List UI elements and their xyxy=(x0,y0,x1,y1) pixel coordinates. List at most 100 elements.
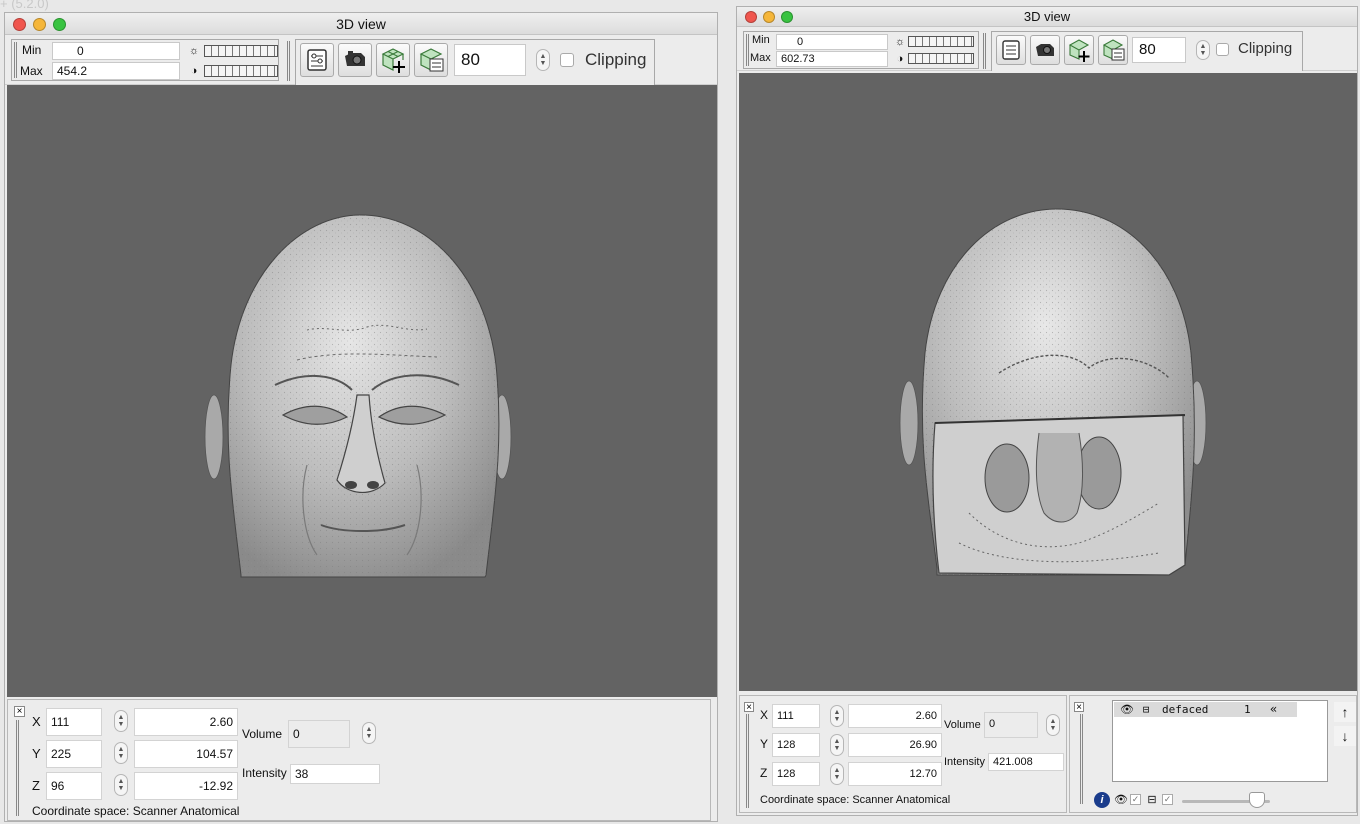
close-panel-icon[interactable]: × xyxy=(744,702,754,713)
volume-stepper[interactable]: ▲ ▼ xyxy=(1046,714,1060,736)
y-world-field[interactable]: 104.57 xyxy=(134,740,238,768)
settings-panel-icon xyxy=(307,49,327,71)
add-mesh-button[interactable] xyxy=(1064,35,1094,65)
z-world-field[interactable]: -12.92 xyxy=(134,772,238,800)
z-voxel-field[interactable]: 96 xyxy=(46,772,102,800)
y-stepper[interactable]: ▲ ▼ xyxy=(830,734,844,756)
snapshot-button[interactable] xyxy=(338,43,372,77)
x-voxel-field[interactable]: 111 xyxy=(46,708,102,736)
coordinate-space-label: Coordinate space: Scanner Anatomical xyxy=(32,804,240,818)
threshold-field[interactable]: 80 xyxy=(454,44,526,76)
z-stepper[interactable]: ▲ ▼ xyxy=(114,774,128,796)
x-label: X xyxy=(760,708,769,722)
x-world-field[interactable]: 2.60 xyxy=(848,704,942,728)
x-stepper[interactable]: ▲ ▼ xyxy=(830,705,844,727)
panel-drag-handle[interactable] xyxy=(746,714,749,808)
close-panel-icon[interactable]: × xyxy=(14,706,25,717)
layer-name: defaced xyxy=(1162,703,1209,716)
volume-field[interactable]: 0 xyxy=(984,712,1038,738)
max-field[interactable]: 602.73 xyxy=(776,51,888,67)
settings-panel-button[interactable] xyxy=(300,43,334,77)
intensity-label: Intensity xyxy=(944,756,985,768)
y-stepper[interactable]: ▲ ▼ xyxy=(114,742,128,764)
drag-handle[interactable] xyxy=(746,34,749,66)
title-bar[interactable]: 3D view xyxy=(737,7,1357,27)
render-viewport[interactable] xyxy=(7,85,717,697)
clipping-checkbox[interactable] xyxy=(1216,43,1229,56)
coordinates-area: × X 111 ▲ ▼ 2.60 Y 225 ▲ ▼ 104.57 Z 96 ▲ ▼ … xyxy=(5,697,717,821)
camera-icon xyxy=(345,51,365,66)
layer-row[interactable]: 👁 ⊟ defaced 1 « xyxy=(1114,702,1297,717)
head-surface-render xyxy=(204,214,512,578)
threshold-stepper[interactable]: ▲ ▼ xyxy=(1196,40,1210,60)
max-label: Max xyxy=(20,64,43,78)
z-voxel-field[interactable]: 128 xyxy=(772,762,820,786)
y-world-field[interactable]: 26.90 xyxy=(848,733,942,757)
y-voxel-field[interactable]: 128 xyxy=(772,733,820,757)
render-viewport[interactable] xyxy=(739,73,1357,691)
min-field[interactable]: 0 xyxy=(776,34,888,50)
x-voxel-field[interactable]: 111 xyxy=(772,704,820,728)
intensity-field: 421.008 xyxy=(988,753,1064,771)
camera-icon xyxy=(1036,44,1054,56)
y-label: Y xyxy=(760,737,769,751)
lock-icon[interactable]: ⊟ xyxy=(1146,794,1158,806)
z-world-field[interactable]: 12.70 xyxy=(848,762,942,786)
mesh-options-button[interactable] xyxy=(414,43,448,77)
min-field[interactable]: 0 xyxy=(52,42,180,60)
layers-panel: × 👁 ⊟ defaced 1 « ↑ ↓ i 👁 ✓ ⊟ ✓ xyxy=(1069,695,1357,813)
coordinate-space-label: Coordinate space: Scanner Anatomical xyxy=(760,794,951,806)
close-layers-icon[interactable]: × xyxy=(1074,702,1084,713)
visibility-checkbox[interactable]: ✓ xyxy=(1130,794,1141,805)
mesh-options-icon xyxy=(419,48,444,72)
settings-panel-button[interactable] xyxy=(996,35,1026,65)
opacity-slider-knob[interactable] xyxy=(1248,792,1265,808)
brightness-slider[interactable] xyxy=(908,36,974,47)
window-title: 3D view xyxy=(336,16,386,32)
z-label: Z xyxy=(760,766,768,780)
up-arrow-icon[interactable]: ↑ xyxy=(1334,702,1356,722)
max-field[interactable]: 454.2 xyxy=(52,62,180,80)
down-arrow-icon[interactable]: ↓ xyxy=(1334,726,1356,746)
snapshot-button[interactable] xyxy=(1030,35,1060,65)
add-mesh-button[interactable] xyxy=(376,43,410,77)
threshold-field[interactable]: 80 xyxy=(1132,37,1186,63)
drag-handle[interactable] xyxy=(14,42,17,78)
display-range-group: Min 0 Max 454.2 ☼ ◑ xyxy=(11,39,279,81)
collapse-icon[interactable]: « xyxy=(1270,702,1277,717)
toolbar-separator xyxy=(287,41,290,81)
volume-stepper[interactable]: ▲ ▼ xyxy=(362,722,376,744)
y-voxel-field[interactable]: 225 xyxy=(46,740,102,768)
min-label: Min xyxy=(752,34,770,46)
threshold-stepper[interactable]: ▲ ▼ xyxy=(536,49,550,71)
contrast-slider[interactable] xyxy=(204,65,278,77)
contrast-icon: ◑ xyxy=(190,65,198,77)
contrast-slider[interactable] xyxy=(908,53,974,64)
toolbar: Min 0 Max 454.2 ☼ ◑ 80 ▲ ▼ Clipping xyxy=(5,35,717,85)
x-label: X xyxy=(32,714,41,729)
toolbar: Min 0 Max 602.73 ☼ ◑ 80 ▲ ▼ Clipping xyxy=(737,27,1357,71)
lock-checkbox[interactable]: ✓ xyxy=(1162,794,1173,805)
clipping-checkbox[interactable] xyxy=(560,53,574,67)
title-bar[interactable]: 3D view xyxy=(5,13,717,35)
coordinates-panel: × X 111 ▲ ▼ 2.60 Y 225 ▲ ▼ 104.57 Z 96 ▲ ▼ … xyxy=(7,699,711,821)
toolbar-separator xyxy=(983,33,986,69)
z-label: Z xyxy=(32,778,40,793)
contrast-icon: ◑ xyxy=(896,53,904,65)
volume-label: Volume xyxy=(242,727,283,741)
eye-icon[interactable]: 👁 xyxy=(1120,704,1134,716)
info-icon[interactable]: i xyxy=(1094,792,1110,808)
eye-icon[interactable]: 👁 xyxy=(1114,794,1128,806)
layers-drag-handle[interactable] xyxy=(1080,714,1083,804)
panel-drag-handle[interactable] xyxy=(16,720,19,816)
z-stepper[interactable]: ▲ ▼ xyxy=(830,763,844,785)
add-mesh-icon xyxy=(1068,39,1090,62)
lock-icon[interactable]: ⊟ xyxy=(1140,704,1152,716)
volume-field[interactable]: 0 xyxy=(288,720,350,748)
render-options-group: 80 ▲ ▼ Clipping xyxy=(991,31,1303,71)
x-world-field[interactable]: 2.60 xyxy=(134,708,238,736)
coordinates-area: × X 111 ▲ ▼ 2.60 Y 128 ▲ ▼ 26.90 Z 128 ▲ ▼ … xyxy=(737,691,1357,815)
x-stepper[interactable]: ▲ ▼ xyxy=(114,710,128,732)
mesh-options-button[interactable] xyxy=(1098,35,1128,65)
brightness-slider[interactable] xyxy=(204,45,278,57)
